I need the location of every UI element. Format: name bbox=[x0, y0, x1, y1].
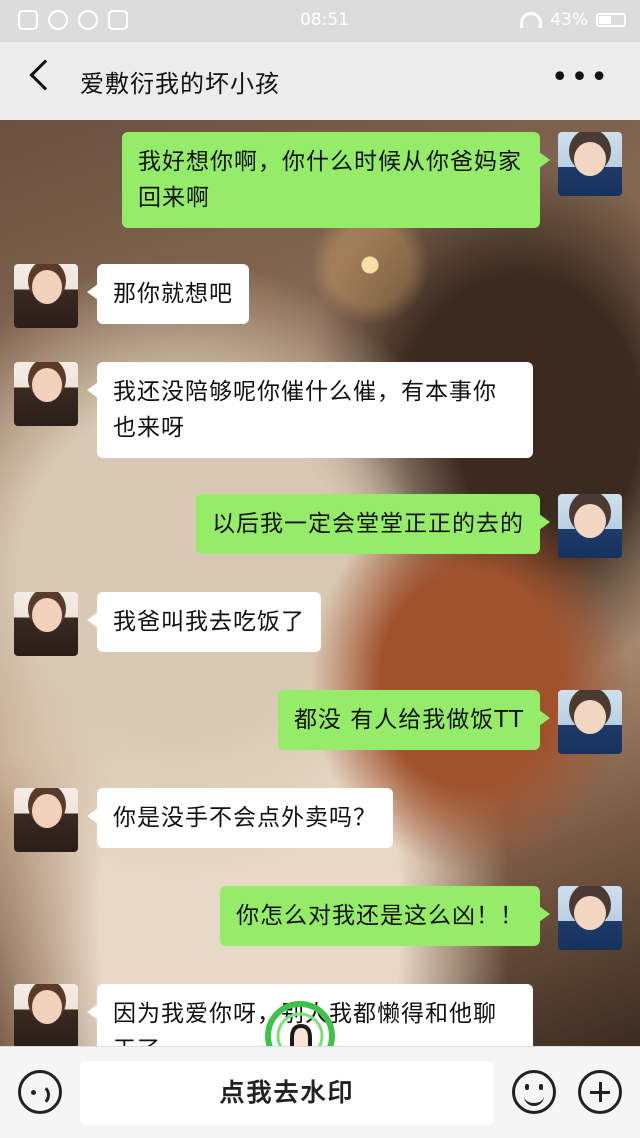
chat-title: 爱敷衍我的坏小孩 bbox=[80, 70, 280, 98]
message-bubble-mine[interactable]: 以后我一定会堂堂正正的去的 bbox=[196, 494, 550, 554]
contact-avatar[interactable] bbox=[14, 362, 78, 426]
message-bubble-mine[interactable]: 都没 有人给我做饭TT bbox=[277, 690, 551, 750]
battery-icon bbox=[596, 13, 626, 27]
status-bar: 08:51 43% bbox=[0, 0, 640, 42]
my-avatar[interactable] bbox=[558, 494, 622, 558]
notification-icon bbox=[18, 10, 38, 30]
message-bubble-mine[interactable]: 我好想你啊，你什么时候从你爸妈家回来啊 bbox=[122, 132, 550, 228]
plus-icon[interactable] bbox=[578, 1070, 622, 1114]
remove-watermark-button[interactable]: 点我去水印 bbox=[80, 1061, 494, 1125]
message-bubble-theirs[interactable]: 你是没手不会点外卖吗？ bbox=[87, 788, 393, 848]
message-bubble-theirs[interactable]: 我还没陪够呢你催什么催，有本事你也来呀 bbox=[87, 362, 533, 458]
status-icons-left bbox=[18, 10, 128, 30]
message-bubble-theirs[interactable]: 那你就想吧 bbox=[87, 264, 249, 324]
my-avatar[interactable] bbox=[558, 690, 622, 754]
qq-icon bbox=[48, 10, 68, 30]
contact-avatar[interactable] bbox=[14, 788, 78, 852]
chat-area[interactable]: 我好想你啊，你什么时候从你爸妈家回来啊 那你就想吧 我还没陪够呢你催什么催，有本… bbox=[0, 120, 640, 1046]
contact-avatar[interactable] bbox=[14, 264, 78, 328]
wifi-icon bbox=[520, 12, 543, 28]
gallery-icon bbox=[108, 10, 128, 30]
my-avatar[interactable] bbox=[558, 886, 622, 950]
message-bubble-mine[interactable]: 你怎么对我还是这么凶！！ bbox=[220, 886, 550, 946]
my-avatar[interactable] bbox=[558, 132, 622, 196]
chat-header: 爱敷衍我的坏小孩 ••• bbox=[0, 42, 640, 120]
message-bubble-theirs[interactable]: 我爸叫我去吃饭了 bbox=[87, 592, 321, 652]
back-chevron-icon[interactable] bbox=[29, 59, 61, 91]
qq-icon-2 bbox=[78, 10, 98, 30]
status-icons-right: 43% bbox=[520, 10, 626, 30]
voice-icon[interactable] bbox=[18, 1070, 62, 1114]
more-icon[interactable]: ••• bbox=[551, 60, 610, 95]
emoji-icon[interactable] bbox=[512, 1070, 556, 1114]
status-time: 08:51 bbox=[300, 10, 349, 30]
contact-avatar[interactable] bbox=[14, 984, 78, 1046]
tap-hand-icon bbox=[265, 1001, 335, 1046]
input-bar: 点我去水印 bbox=[0, 1046, 640, 1138]
battery-percent: 43% bbox=[550, 10, 588, 30]
contact-avatar[interactable] bbox=[14, 592, 78, 656]
